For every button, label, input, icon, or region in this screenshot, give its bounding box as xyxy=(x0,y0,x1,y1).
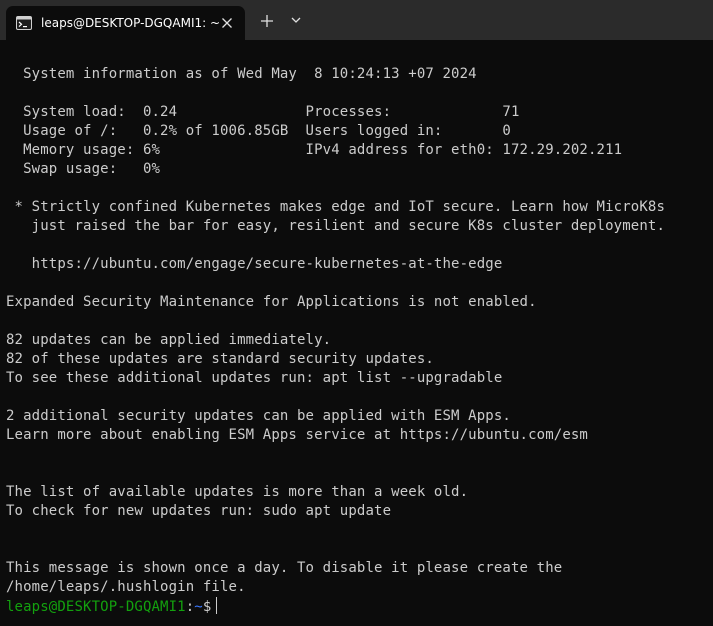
output-line: Swap usage: 0% xyxy=(6,161,161,177)
output-line: /home/leaps/.hushlogin file. xyxy=(6,579,246,595)
output-line: just raised the bar for easy, resilient … xyxy=(6,218,666,234)
plus-icon[interactable] xyxy=(257,11,277,31)
text-cursor xyxy=(216,597,218,614)
output-line: Memory usage: 6% IPv4 address for eth0: … xyxy=(6,142,623,158)
output-line: Expanded Security Maintenance for Applic… xyxy=(6,294,537,310)
chevron-down-icon[interactable] xyxy=(288,12,304,28)
output-line: To check for new updates run: sudo apt u… xyxy=(6,503,392,519)
prompt-line: leaps@DESKTOP-DGQAMI1:~$ xyxy=(6,597,713,616)
title-bar: leaps@DESKTOP-DGQAMI1: ~ xyxy=(0,0,713,40)
tab-active[interactable]: leaps@DESKTOP-DGQAMI1: ~ xyxy=(6,6,245,40)
output-line: Usage of /: 0.2% of 1006.85GB Users logg… xyxy=(6,123,511,139)
prompt-symbol: $ xyxy=(202,599,212,615)
output-line: To see these additional updates run: apt… xyxy=(6,370,503,386)
terminal-icon xyxy=(16,16,32,30)
prompt-user-host: leaps@DESKTOP-DGQAMI1 xyxy=(6,599,186,615)
output-line: 2 additional security updates can be app… xyxy=(6,408,511,424)
output-line: Learn more about enabling ESM Apps servi… xyxy=(6,427,588,443)
terminal-output[interactable]: System information as of Wed May 8 10:24… xyxy=(0,40,713,626)
output-line: This message is shown once a day. To dis… xyxy=(6,560,563,576)
terminal-window: leaps@DESKTOP-DGQAMI1: ~ System informat… xyxy=(0,0,713,626)
prompt-path: ~ xyxy=(194,599,203,615)
output-line: The list of available updates is more th… xyxy=(6,484,469,500)
output-line: 82 updates can be applied immediately. xyxy=(6,332,332,348)
prompt-separator: : xyxy=(185,599,195,615)
output-line: System information as of Wed May 8 10:24… xyxy=(6,66,477,82)
output-lines: System information as of Wed May 8 10:24… xyxy=(6,65,713,597)
output-line: * Strictly confined Kubernetes makes edg… xyxy=(6,199,666,215)
output-line: 82 of these updates are standard securit… xyxy=(6,351,434,367)
close-icon[interactable] xyxy=(218,14,236,32)
output-line: https://ubuntu.com/engage/secure-kuberne… xyxy=(6,256,503,272)
output-line: System load: 0.24 Processes: 71 xyxy=(6,104,520,120)
tab-title: leaps@DESKTOP-DGQAMI1: ~ xyxy=(41,16,221,30)
